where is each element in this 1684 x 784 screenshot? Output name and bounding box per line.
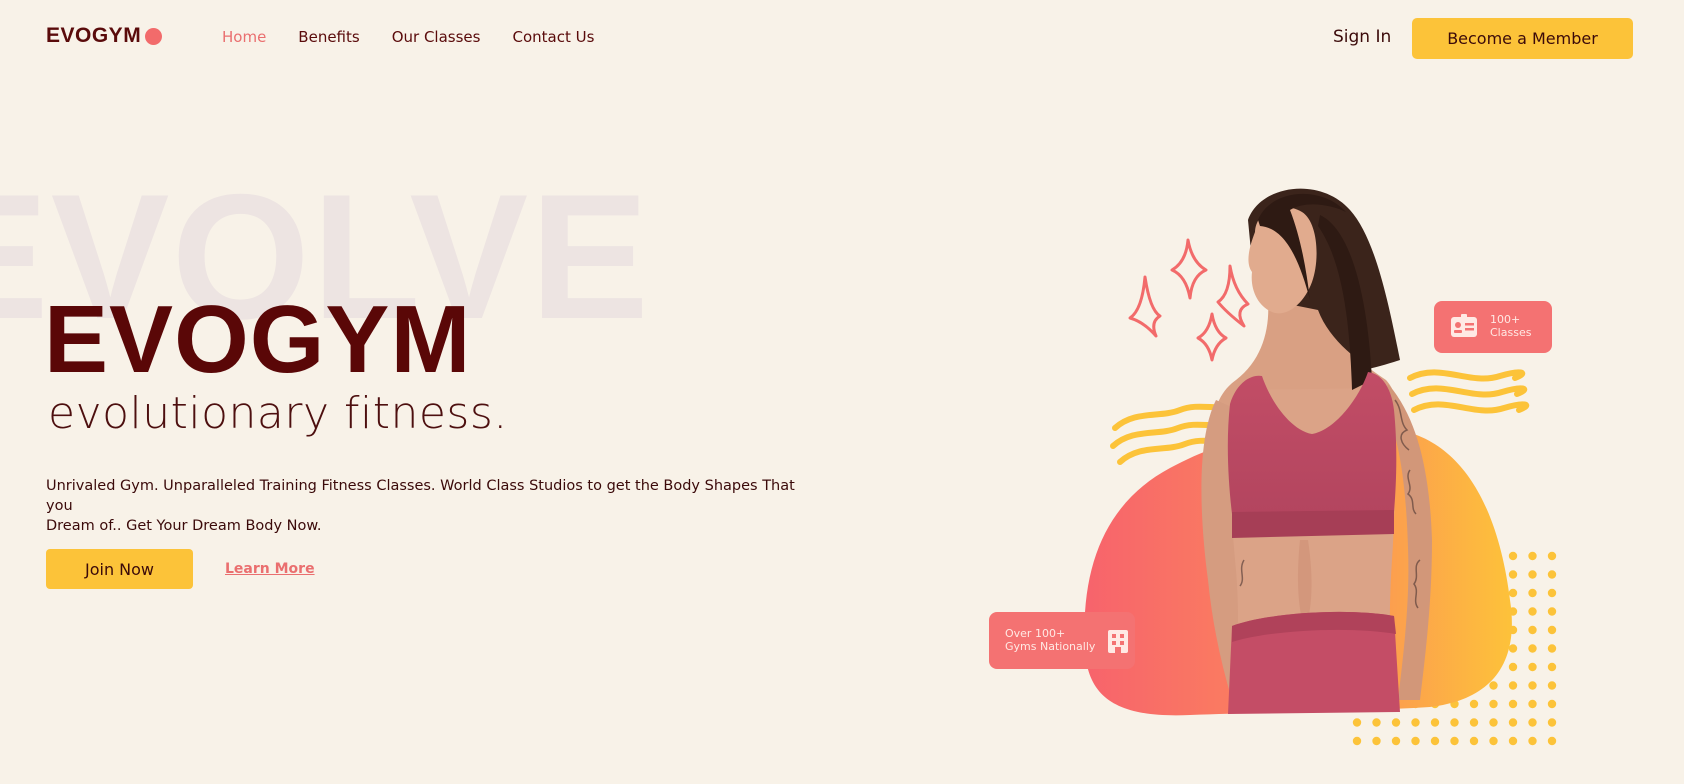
decor-dot [1391, 718, 1401, 727]
decor-dot [1547, 718, 1557, 727]
gyms-count-badge: Over 100+ Gyms Nationally [989, 612, 1135, 669]
decor-dot [1430, 718, 1440, 727]
decor-dot [1508, 681, 1518, 690]
decor-dot [1508, 662, 1518, 672]
id-card-icon [1451, 314, 1477, 337]
decor-dot [1430, 736, 1440, 746]
decor-dot [1489, 681, 1498, 690]
decor-dot [1547, 551, 1557, 561]
decor-dot [1547, 699, 1557, 709]
decor-dot [1528, 681, 1537, 690]
sparkle-stars-decoration [1128, 238, 1250, 362]
decor-dot [1508, 736, 1518, 746]
decor-dot [1411, 736, 1420, 746]
decor-dot [1372, 718, 1381, 727]
decor-dot [1547, 588, 1557, 598]
decor-dot [1547, 736, 1557, 746]
gyms-badge-count: Over 100+ [1005, 627, 1066, 640]
classes-badge-label: Classes [1490, 326, 1532, 339]
decor-dot [1547, 570, 1557, 579]
building-icon [1108, 630, 1128, 653]
decor-dot [1528, 625, 1537, 635]
decor-dot [1489, 736, 1498, 746]
decor-dot [1547, 644, 1557, 653]
decor-dot [1508, 588, 1518, 598]
decor-dot [1528, 570, 1537, 579]
wavy-lines-right-decoration [1407, 369, 1530, 414]
decor-dot [1489, 699, 1498, 709]
decor-dot [1528, 662, 1537, 672]
decor-dot [1547, 662, 1557, 672]
classes-badge-count: 100+ [1490, 313, 1521, 326]
decor-dot [1508, 699, 1518, 709]
classes-count-badge: 100+ Classes [1434, 301, 1552, 353]
decor-dot [1489, 718, 1498, 727]
decor-dot [1508, 570, 1518, 579]
decor-dot [1508, 551, 1518, 561]
decor-dot [1528, 718, 1537, 727]
gyms-badge-label: Gyms Nationally [1005, 640, 1096, 653]
decor-dot [1508, 718, 1518, 727]
decor-dot [1372, 736, 1381, 746]
decor-dot [1547, 681, 1557, 690]
decor-dot [1469, 736, 1479, 746]
decor-dot [1352, 736, 1362, 746]
decor-dot [1450, 718, 1459, 727]
decor-dot [1391, 736, 1401, 746]
decor-dot [1528, 607, 1537, 616]
decor-dot [1469, 718, 1479, 727]
decor-dot [1547, 625, 1557, 635]
decor-dot [1508, 644, 1518, 653]
hero-illustration [1084, 188, 1557, 746]
decor-dot [1528, 736, 1537, 746]
decor-dot [1352, 718, 1362, 727]
decor-dot [1528, 699, 1537, 709]
decor-dot [1528, 644, 1537, 653]
decor-dot [1469, 699, 1479, 709]
decor-dot [1547, 607, 1557, 616]
decor-dot [1450, 736, 1459, 746]
decor-dot [1528, 588, 1537, 598]
decor-dot [1528, 551, 1537, 561]
decor-dot [1411, 718, 1420, 727]
